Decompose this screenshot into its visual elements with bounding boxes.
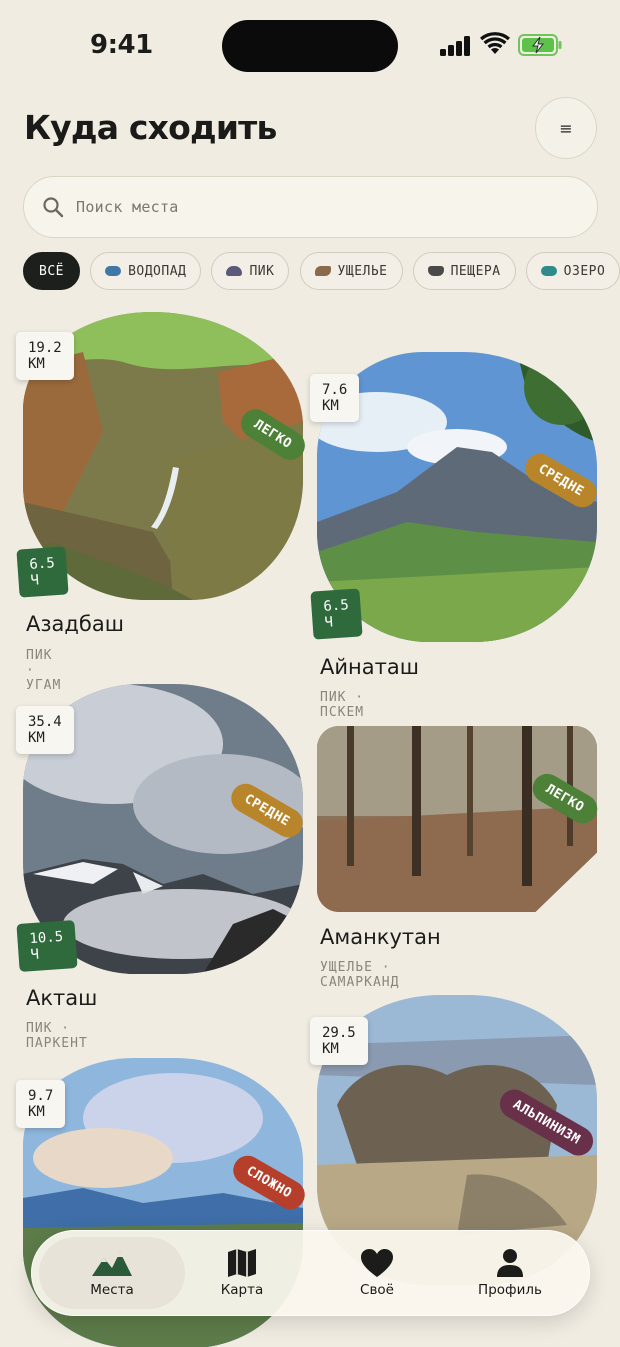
tab-places[interactable]: Места bbox=[39, 1237, 185, 1309]
cellular-signal-icon bbox=[440, 36, 472, 56]
distance-badge: 19.2 КМ bbox=[16, 332, 74, 380]
place-meta: ПИК · ПАРКЕНТ bbox=[26, 1021, 88, 1051]
filter-chip-lake[interactable]: ОЗЕРО bbox=[525, 252, 620, 290]
filter-chip-label: УЩЕЛЬЕ bbox=[337, 263, 388, 279]
status-time: 9:41 bbox=[90, 30, 153, 60]
filter-chip-gorge[interactable]: УЩЕЛЬЕ bbox=[299, 252, 403, 290]
battery-charging-icon bbox=[518, 34, 562, 56]
search-icon bbox=[43, 197, 64, 218]
filter-chip-waterfall[interactable]: ВОДОПАД bbox=[90, 252, 202, 290]
lake-icon bbox=[540, 266, 557, 276]
tab-saved[interactable]: Своё bbox=[304, 1237, 450, 1309]
filter-chip-all[interactable]: ВСЁ bbox=[23, 252, 80, 290]
filter-chip-peak[interactable]: ПИК bbox=[211, 252, 290, 290]
map-icon bbox=[228, 1249, 256, 1277]
distance-badge: 35.4 КМ bbox=[16, 706, 74, 754]
search-bar[interactable] bbox=[23, 176, 598, 238]
heart-icon bbox=[361, 1249, 393, 1277]
filter-chip-label: ПЕЩЕРА bbox=[450, 263, 501, 279]
tab-label: Своё bbox=[360, 1282, 394, 1298]
tab-label: Профиль bbox=[478, 1282, 542, 1298]
place-photo bbox=[317, 726, 597, 912]
place-name: Аманкутан bbox=[320, 925, 441, 949]
status-bar: 9:41 bbox=[0, 0, 620, 90]
duration-badge: 6.5 Ч bbox=[310, 588, 363, 640]
distance-badge: 29.5 КМ bbox=[310, 1017, 368, 1065]
wifi-icon bbox=[480, 32, 510, 54]
search-input[interactable] bbox=[76, 198, 556, 216]
mountains-icon bbox=[92, 1252, 132, 1276]
waterfall-icon bbox=[105, 266, 122, 276]
distance-badge: 9.7 КМ bbox=[16, 1080, 66, 1128]
place-meta: ПИК · УГАМ bbox=[26, 648, 62, 693]
duration-badge: 6.5 Ч bbox=[16, 546, 69, 598]
tab-label: Карта bbox=[220, 1282, 264, 1298]
place-meta: УЩЕЛЬЕ · САМАРКАНД bbox=[320, 960, 400, 990]
place-name: Акташ bbox=[26, 986, 98, 1010]
bottom-tab-bar: Места Карта Своё Профиль bbox=[31, 1230, 590, 1316]
place-name: Азадбаш bbox=[26, 612, 124, 636]
place-meta: ПИК · ПСКЕМ bbox=[320, 690, 365, 720]
peak-icon bbox=[226, 266, 243, 276]
filter-chip-label: ВСЁ bbox=[39, 263, 64, 279]
dynamic-island bbox=[222, 20, 398, 72]
distance-badge: 7.6 КМ bbox=[310, 374, 360, 422]
cave-icon bbox=[427, 266, 444, 276]
filter-chip-label: ВОДОПАД bbox=[128, 263, 187, 279]
duration-badge: 10.5 Ч bbox=[16, 920, 78, 972]
page-title: Куда сходить bbox=[24, 108, 277, 147]
menu-button[interactable]: ≡ bbox=[535, 97, 597, 159]
filter-chip-cave[interactable]: ПЕЩЕРА bbox=[412, 252, 516, 290]
filter-chips: ВСЁ ВОДОПАД ПИК УЩЕЛЬЕ ПЕЩЕРА ОЗЕРО bbox=[23, 252, 620, 292]
tab-label: Места bbox=[90, 1282, 134, 1298]
place-name: Айнаташ bbox=[320, 655, 419, 679]
menu-icon: ≡ bbox=[559, 118, 573, 138]
tab-profile[interactable]: Профиль bbox=[437, 1237, 583, 1309]
gorge-icon bbox=[314, 266, 331, 276]
filter-chip-label: ОЗЕРО bbox=[563, 263, 606, 279]
person-icon bbox=[497, 1249, 523, 1277]
tab-map[interactable]: Карта bbox=[169, 1237, 315, 1309]
filter-chip-label: ПИК bbox=[249, 263, 275, 279]
